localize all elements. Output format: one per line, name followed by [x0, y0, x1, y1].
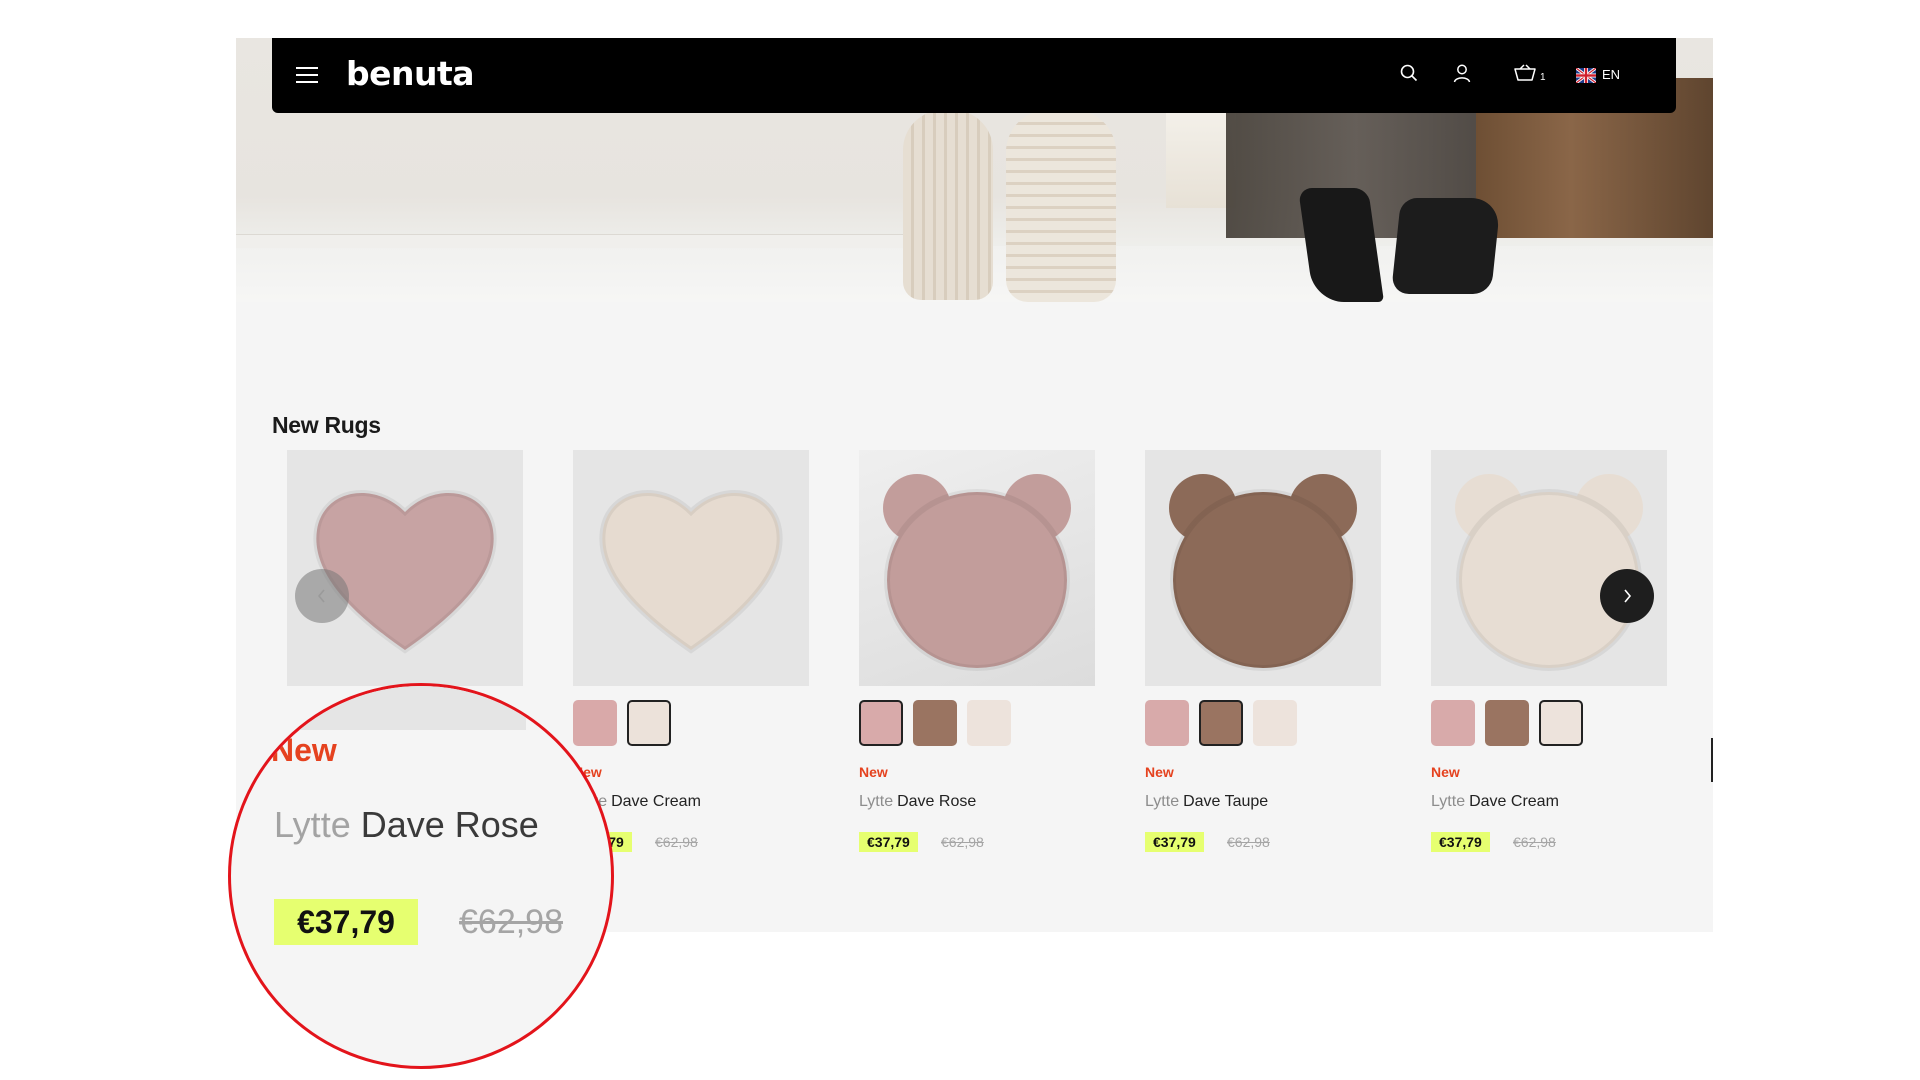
original-price: €62,98 — [1227, 834, 1270, 850]
site-header: benuta 1 EN — [272, 38, 1676, 113]
new-badge: New — [1431, 764, 1460, 780]
color-swatch[interactable] — [913, 700, 957, 746]
product-image[interactable] — [1431, 450, 1667, 686]
zoom-product-brand: Lytte — [274, 804, 351, 845]
zoom-callout: New Lytte Dave Rose €37,79 €62,98 — [228, 683, 614, 1069]
product-image[interactable] — [287, 450, 523, 686]
product-card[interactable]: New LytteDave Rose €37,79 €62,98 — [859, 450, 1095, 852]
bear-rug-image — [1455, 474, 1643, 671]
sale-price: €37,79 — [1431, 832, 1490, 852]
color-swatch[interactable] — [967, 700, 1011, 746]
carousel-prev-button[interactable] — [295, 569, 349, 623]
product-image[interactable] — [1145, 450, 1381, 686]
hero-vase — [1006, 110, 1116, 302]
hamburger-menu-icon[interactable] — [296, 67, 318, 83]
color-swatch[interactable] — [859, 700, 903, 746]
product-image[interactable] — [859, 450, 1095, 686]
heart-rug-image — [313, 490, 497, 654]
product-card[interactable]: New LytteDave Rose €37,79 €62,98 — [287, 450, 523, 852]
hero-boot — [1390, 198, 1502, 294]
color-swatch[interactable] — [573, 700, 617, 746]
original-price: €62,98 — [1513, 834, 1556, 850]
color-swatch[interactable] — [1539, 700, 1583, 746]
sale-price: €37,79 — [1145, 832, 1204, 852]
zoom-product-title: Dave Rose — [360, 804, 539, 845]
zoom-original-price: €62,98 — [459, 903, 563, 941]
color-swatch[interactable] — [1485, 700, 1529, 746]
sale-price: €37,79 — [859, 832, 918, 852]
language-selector[interactable]: EN — [1602, 67, 1620, 82]
chevron-left-icon — [317, 589, 325, 603]
search-icon[interactable] — [1400, 64, 1418, 82]
cart-icon[interactable] — [1514, 64, 1536, 82]
product-image[interactable] — [573, 450, 809, 686]
heart-rug-image — [599, 490, 783, 654]
carousel-next-button[interactable] — [1600, 569, 1654, 623]
zoom-product-name: Lytte Dave Rose — [274, 804, 539, 846]
color-swatch[interactable] — [1253, 700, 1297, 746]
zoom-sale-price: €37,79 — [274, 899, 418, 945]
bear-rug-image — [883, 474, 1071, 671]
product-title: Dave Cream — [611, 793, 701, 810]
product-card[interactable]: New LytteDave Cream €37,79 €62,98 — [573, 450, 809, 852]
hero-vase — [903, 110, 993, 300]
zoom-new-badge: New — [271, 732, 337, 768]
product-brand: Lytte — [1145, 793, 1180, 810]
product-card[interactable]: New Lytte Dave Taupe €37,79 €62,98 — [1145, 450, 1381, 852]
product-title: Dave Cream — [1469, 793, 1559, 810]
color-swatch[interactable] — [1145, 700, 1189, 746]
product-title: Dave Rose — [897, 793, 977, 810]
color-swatch[interactable] — [627, 700, 671, 746]
color-swatch[interactable] — [1199, 700, 1243, 746]
original-price: €62,98 — [941, 834, 984, 850]
cart-count: 1 — [1540, 72, 1546, 83]
new-badge: New — [859, 764, 888, 780]
product-name[interactable]: Lytte Dave Taupe — [1145, 793, 1268, 811]
color-swatch[interactable] — [1431, 700, 1475, 746]
section-title: New Rugs — [272, 412, 381, 438]
product-name[interactable]: LytteDave Cream — [1431, 793, 1559, 811]
bear-rug-image — [1169, 474, 1357, 671]
new-badge: New — [1145, 764, 1174, 780]
product-card[interactable]: New LytteDave Cream €37,79 €62,98 — [1431, 450, 1667, 852]
uk-flag-icon[interactable] — [1576, 68, 1596, 83]
product-title: Dave Taupe — [1183, 793, 1269, 810]
product-brand: Lytte — [1431, 793, 1466, 810]
zoom-product-image — [288, 686, 526, 730]
chevron-right-icon — [1624, 589, 1632, 603]
brand-logo[interactable]: benuta — [346, 54, 475, 93]
product-name[interactable]: LytteDave Rose — [859, 793, 976, 811]
product-brand: Lytte — [859, 793, 894, 810]
next-product-card-partial — [1711, 738, 1713, 782]
account-icon[interactable] — [1453, 64, 1471, 83]
original-price: €62,98 — [655, 834, 698, 850]
